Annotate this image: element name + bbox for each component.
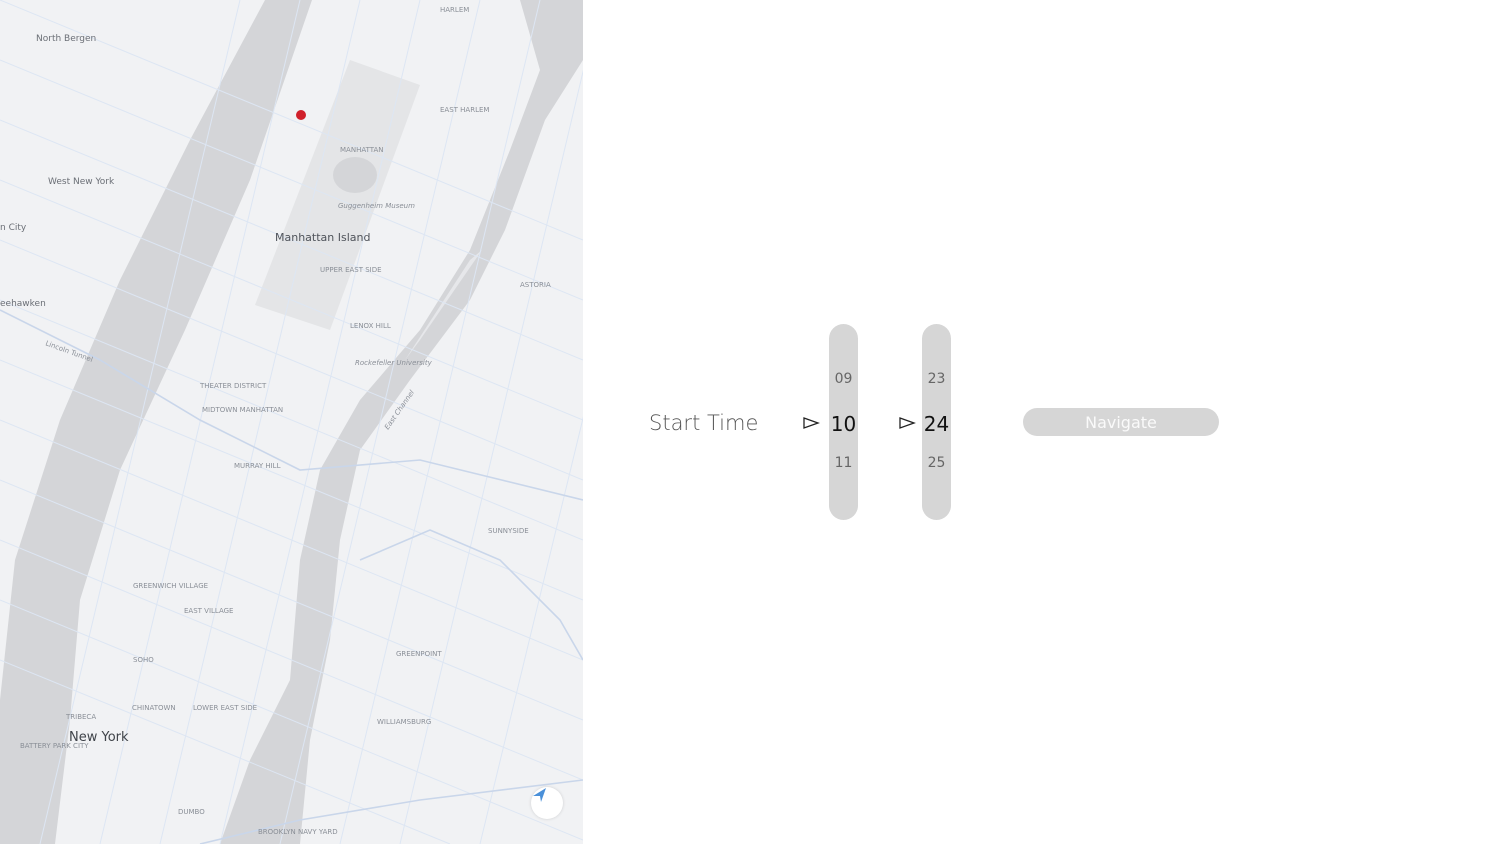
label-north-bergen: North Bergen: [36, 34, 96, 44]
label-east-harlem: EAST HARLEM: [440, 106, 489, 114]
location-marker[interactable]: [296, 110, 306, 120]
hour-option-selected[interactable]: 10: [829, 412, 858, 436]
label-manhattan-island: Manhattan Island: [275, 231, 370, 244]
hour-option-prev[interactable]: 09: [829, 371, 858, 387]
hour-picker[interactable]: 09 10 11: [829, 324, 858, 520]
label-battery-park-city: BATTERY PARK CITY: [20, 742, 89, 750]
start-time-label: Start Time: [649, 411, 759, 435]
label-midtown: MIDTOWN MANHATTAN: [202, 406, 283, 414]
central-park: [255, 60, 420, 330]
label-soho: SOHO: [133, 656, 154, 664]
label-manhattan: MANHATTAN: [340, 146, 383, 154]
minute-option-selected[interactable]: 24: [922, 412, 951, 436]
label-sunnyside: SUNNYSIDE: [488, 527, 529, 535]
label-dumbo: DUMBO: [178, 808, 205, 816]
label-rockefeller: Rockefeller University: [355, 359, 433, 367]
label-east-village: EAST VILLAGE: [184, 607, 233, 615]
label-union-city: n City: [0, 223, 27, 233]
map[interactable]: North Bergen West New York n City eehawk…: [0, 0, 583, 844]
label-astoria: ASTORIA: [520, 281, 551, 289]
minute-option-next[interactable]: 25: [922, 455, 951, 471]
label-lincoln-tunnel: Lincoln Tunnel: [44, 339, 94, 364]
minute-pointer-icon: [899, 417, 916, 429]
label-upper-east-side: UPPER EAST SIDE: [320, 266, 382, 274]
map-canvas: North Bergen West New York n City eehawk…: [0, 0, 583, 844]
hour-option-next[interactable]: 11: [829, 455, 858, 471]
label-murray-hill: MURRAY HILL: [234, 462, 281, 470]
label-theater-district: THEATER DISTRICT: [199, 382, 267, 390]
label-brooklyn-navy-yard: BROOKLYN NAVY YARD: [258, 828, 338, 836]
hudson-river: [0, 0, 312, 844]
label-williamsburg: WILLIAMSBURG: [377, 718, 431, 726]
label-lower-east-side: LOWER EAST SIDE: [193, 704, 257, 712]
locate-me-button[interactable]: [531, 787, 563, 819]
label-weehawken: eehawken: [0, 299, 46, 309]
reservoir: [333, 157, 377, 193]
label-lenox-hill: LENOX HILL: [350, 322, 391, 330]
label-chinatown: CHINATOWN: [132, 704, 176, 712]
label-greenpoint: GREENPOINT: [396, 650, 442, 658]
label-tribeca: TRIBECA: [65, 713, 96, 721]
minute-option-prev[interactable]: 23: [922, 371, 951, 387]
location-arrow-icon: [533, 788, 546, 802]
label-harlem: HARLEM: [440, 6, 469, 14]
label-west-new-york: West New York: [48, 177, 115, 187]
minute-picker[interactable]: 23 24 25: [922, 324, 951, 520]
label-greenwich-village: GREENWICH VILLAGE: [133, 582, 208, 590]
hour-pointer-icon: [803, 417, 820, 429]
label-guggenheim: Guggenheim Museum: [338, 202, 415, 210]
navigate-button[interactable]: Navigate: [1023, 408, 1219, 436]
